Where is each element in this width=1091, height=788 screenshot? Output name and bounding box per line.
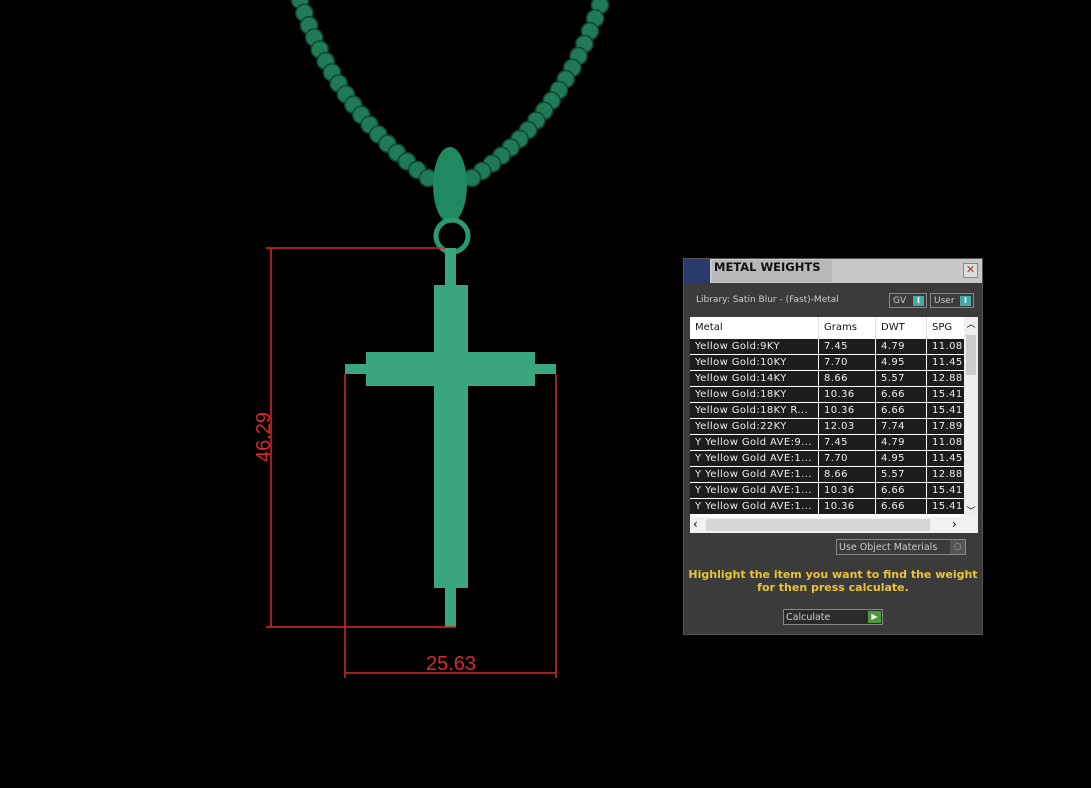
close-button[interactable]: ✕	[963, 263, 978, 278]
scroll-right-icon[interactable]: ›	[952, 517, 957, 531]
column-header-dwt[interactable]: DWT	[876, 317, 927, 339]
calculate-label: Calculate	[786, 612, 831, 623]
column-header-grams[interactable]: Grams	[819, 317, 876, 339]
table-cell: 6.66	[876, 499, 927, 514]
scroll-up-icon[interactable]: ︿	[964, 317, 978, 330]
table-cell: 15.41	[932, 485, 963, 496]
dimension-lines	[266, 247, 557, 678]
library-label: Library: Satin Blur - (Fast)-Metal	[696, 295, 839, 305]
use-object-materials-label: Use Object Materials	[839, 542, 938, 553]
scroll-thumb[interactable]	[966, 335, 976, 375]
table-cell: Yellow Gold:18KY	[690, 387, 819, 402]
table-cell: 4.95	[876, 451, 927, 466]
horizontal-scrollbar[interactable]: ‹ ›	[690, 517, 978, 533]
jump-ring	[433, 217, 471, 255]
table-cell: 11.08	[932, 341, 963, 352]
width-dimension-label: 25.63	[426, 653, 476, 675]
bail	[433, 147, 467, 223]
table-cell: 11.45	[932, 357, 963, 368]
user-toggle[interactable]: User I	[930, 293, 974, 308]
cross-pendant	[345, 147, 556, 627]
table-cell: 7.70	[819, 451, 876, 466]
table-cell: Y Yellow Gold AVE:9...	[690, 435, 819, 450]
metal-table: Metal Grams DWT SPG Yellow Gold:9KY 7.45 4…	[690, 317, 978, 533]
vertical-scrollbar[interactable]: ︿ ﹀	[964, 317, 978, 517]
scroll-down-icon[interactable]: ﹀	[964, 504, 978, 517]
table-row[interactable]: Yellow Gold:22KY 12.03 7.74 17.89	[690, 419, 964, 435]
toggle-state: I	[960, 296, 971, 306]
table-cell: 4.79	[876, 435, 927, 450]
toggle-label: GV	[893, 296, 907, 306]
table-cell: Yellow Gold:18KY R...	[690, 403, 819, 418]
play-icon: ▶	[868, 611, 881, 623]
table-cell: 12.88	[932, 373, 963, 384]
instruction-line: for then press calculate.	[757, 581, 909, 594]
table-row[interactable]: Yellow Gold:14KY 8.66 5.57 12.88	[690, 371, 964, 387]
scroll-thumb[interactable]	[706, 519, 930, 531]
table-cell: 11.08	[932, 437, 963, 448]
table-cell: 7.45	[819, 339, 876, 354]
table-row[interactable]: Yellow Gold:18KY 10.36 6.66 15.41	[690, 387, 964, 403]
metal-weights-panel: METAL WEIGHTS ✕ Library: Satin Blur - (F…	[683, 258, 983, 635]
table-cell: 15.41	[932, 501, 963, 512]
height-dimension-label: 46.29	[253, 412, 275, 462]
table-cell: 11.45	[932, 453, 963, 464]
table-cell: 6.66	[876, 387, 927, 402]
table-row[interactable]: Y Yellow Gold AVE:9... 7.45 4.79 11.08	[690, 435, 964, 451]
panel-title: METAL WEIGHTS	[712, 260, 832, 282]
table-cell: 10.36	[819, 499, 876, 514]
column-header-spg[interactable]: SPG	[927, 317, 964, 339]
calculate-button[interactable]: Calculate ▶	[783, 609, 883, 625]
table-cell: Y Yellow Gold AVE:1...	[690, 483, 819, 498]
table-row[interactable]: Yellow Gold:9KY 7.45 4.79 11.08	[690, 339, 964, 355]
table-header: Metal Grams DWT SPG	[690, 317, 964, 339]
table-cell: 5.57	[876, 371, 927, 386]
table-row[interactable]: Y Yellow Gold AVE:1... 10.36 6.66 15.41	[690, 483, 964, 499]
table-cell: Y Yellow Gold AVE:1...	[690, 451, 819, 466]
table-cell: 10.36	[819, 483, 876, 498]
table-row[interactable]: Yellow Gold:18KY R... 10.36 6.66 15.41	[690, 403, 964, 419]
table-cell: 6.66	[876, 403, 927, 418]
table-cell: 15.41	[932, 405, 963, 416]
table-cell: 15.41	[932, 389, 963, 400]
table-cell: Y Yellow Gold AVE:1...	[690, 499, 819, 514]
table-cell: Yellow Gold:14KY	[690, 371, 819, 386]
column-header-metal[interactable]: Metal	[690, 317, 819, 339]
instruction-line: Highlight the item you want to find the …	[688, 568, 978, 581]
app-logo-icon	[684, 259, 710, 283]
table-row[interactable]: Y Yellow Gold AVE:1... 8.66 5.57 12.88	[690, 467, 964, 483]
table-cell: Yellow Gold:10KY	[690, 355, 819, 370]
table-cell: 10.36	[819, 387, 876, 402]
table-cell: Yellow Gold:9KY	[690, 339, 819, 354]
table-cell: 6.66	[876, 483, 927, 498]
table-cell: Yellow Gold:22KY	[690, 419, 819, 434]
toggle-state: I	[913, 296, 924, 306]
table-cell: 8.66	[819, 467, 876, 482]
table-row[interactable]: Y Yellow Gold AVE:1... 10.36 6.66 15.41	[690, 499, 964, 515]
radio-icon: ○	[950, 540, 965, 554]
scroll-left-icon[interactable]: ‹	[693, 517, 698, 531]
table-cell: 12.88	[932, 469, 963, 480]
gv-toggle[interactable]: GV I	[889, 293, 927, 308]
table-cell: 17.89	[932, 421, 963, 432]
title-bar[interactable]: METAL WEIGHTS ✕	[684, 259, 982, 283]
table-body: Yellow Gold:9KY 7.45 4.79 11.08 Yellow Gold:…	[690, 339, 964, 515]
table-cell: 7.74	[876, 419, 927, 434]
table-cell: 5.57	[876, 467, 927, 482]
table-cell: 7.70	[819, 355, 876, 370]
table-row[interactable]: Yellow Gold:10KY 7.70 4.95 11.45	[690, 355, 964, 371]
instruction-text: Highlight the item you want to find the …	[684, 568, 982, 594]
table-row[interactable]: Y Yellow Gold AVE:1... 7.70 4.95 11.45	[690, 451, 964, 467]
table-cell: 4.95	[876, 355, 927, 370]
use-object-materials-toggle[interactable]: Use Object Materials ○	[836, 539, 966, 555]
table-cell: 7.45	[819, 435, 876, 450]
table-cell: 4.79	[876, 339, 927, 354]
table-cell: 12.03	[819, 419, 876, 434]
table-cell: Y Yellow Gold AVE:1...	[690, 467, 819, 482]
toggle-label: User	[934, 296, 955, 306]
table-cell: 10.36	[819, 403, 876, 418]
table-cell: 8.66	[819, 371, 876, 386]
